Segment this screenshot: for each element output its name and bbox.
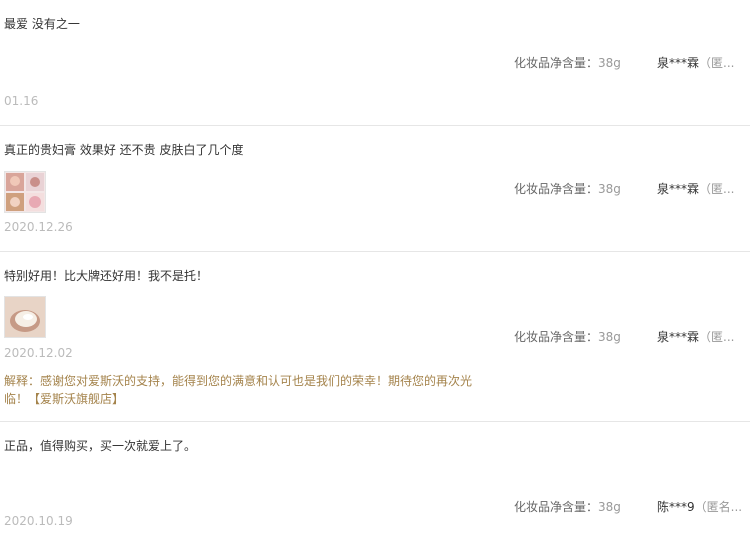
sku-value: 38g [598, 56, 621, 70]
review-item: 最爱 没有之一 01.16 化妆品净含量：38g 泉***霖（匿... [0, 0, 750, 126]
review-user: 泉***霖（匿... [657, 328, 734, 345]
user-name: 泉***霖 [657, 56, 700, 70]
review-user: 陈***9（匿名... [657, 498, 742, 515]
photo-collage-image [5, 172, 45, 212]
review-user: 泉***霖（匿... [657, 180, 734, 197]
sku-value: 38g [598, 500, 621, 514]
review-content: 最爱 没有之一 [4, 17, 80, 31]
sku-value: 38g [598, 182, 621, 196]
anonymous-tag: （匿... [699, 330, 735, 344]
review-user: 泉***霖（匿... [657, 54, 734, 71]
cream-jar-image [5, 297, 45, 337]
review-date: 2020.12.02 [4, 346, 73, 360]
user-name: 陈***9 [657, 500, 695, 514]
sku-label: 化妆品净含量： [514, 500, 599, 514]
review-item: 正品，值得购买，买一次就爱上了。 2020.10.19 化妆品净含量：38g 陈… [0, 422, 750, 542]
sku-label: 化妆品净含量： [514, 182, 599, 196]
review-sku: 化妆品净含量：38g [514, 180, 621, 197]
review-sku: 化妆品净含量：38g [514, 328, 621, 345]
review-item: 真正的贵妇膏 效果好 还不贵 皮肤白了几个度 2020.12.26 化妆品净含量… [0, 126, 750, 252]
user-name: 泉***霖 [657, 182, 700, 196]
anonymous-tag: （匿... [699, 56, 735, 70]
sku-label: 化妆品净含量： [514, 330, 599, 344]
anonymous-tag: （匿... [699, 182, 735, 196]
sku-value: 38g [598, 330, 621, 344]
sku-label: 化妆品净含量： [514, 56, 599, 70]
review-date: 01.16 [4, 94, 39, 108]
seller-reply: 解释：感谢您对爱斯沃的支持，能得到您的满意和认可也是我们的荣幸！期待您的再次光临… [4, 374, 473, 406]
user-name: 泉***霖 [657, 330, 700, 344]
review-sku: 化妆品净含量：38g [514, 54, 621, 71]
review-content: 真正的贵妇膏 效果好 还不贵 皮肤白了几个度 [4, 143, 244, 157]
anonymous-tag: （匿名... [694, 500, 743, 514]
review-photo-thumbnail[interactable] [4, 296, 46, 338]
review-item: 特别好用！比大牌还好用！我不是托！ 2020.12.02 解释：感谢您对爱斯沃的… [0, 252, 750, 422]
review-content: 特别好用！比大牌还好用！我不是托！ [4, 269, 209, 283]
review-sku: 化妆品净含量：38g [514, 498, 621, 515]
review-photo-thumbnail[interactable] [4, 171, 46, 213]
review-date: 2020.12.26 [4, 220, 73, 234]
review-content: 正品，值得购买，买一次就爱上了。 [4, 439, 197, 453]
